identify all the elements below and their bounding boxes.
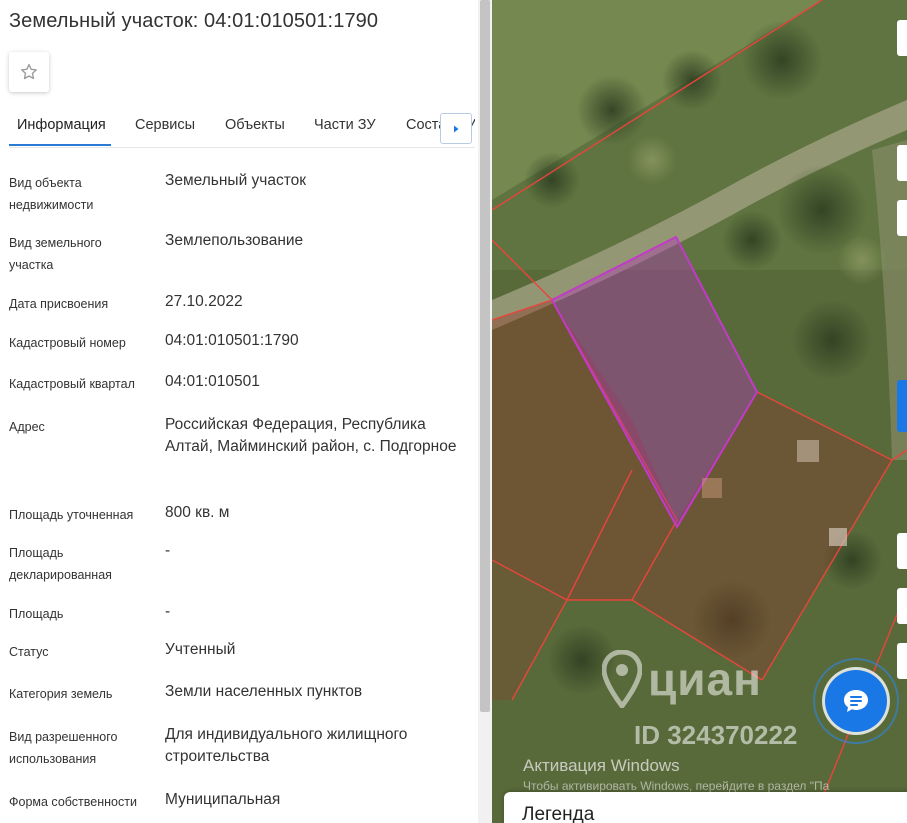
tab-bar: Информация Сервисы Объекты Части ЗУ Сост… [9, 104, 475, 148]
detail-label: Кадастровый квартал [9, 377, 135, 391]
detail-row: Категория земель Земли населенных пункто… [9, 681, 469, 707]
detail-value: 04:01:010501 [165, 373, 260, 390]
detail-value: - [165, 603, 171, 620]
detail-value: Российская Федерация, Республика Алтай, … [165, 416, 457, 455]
tab-land-parts[interactable]: Части ЗУ [314, 117, 376, 133]
tab-objects[interactable]: Объекты [225, 117, 285, 133]
watermark-logo: циан [648, 653, 762, 705]
cadastral-map[interactable]: циан ID 324370222 Активация Windows Чтоб… [492, 0, 907, 823]
map-control[interactable] [897, 145, 907, 181]
detail-row: Площадь уточненная 800 кв. м [9, 502, 469, 528]
detail-value: Муниципальная [165, 791, 281, 808]
windows-activation-hint: Чтобы активировать Windows, перейдите в … [523, 779, 830, 793]
map-control-active[interactable] [897, 380, 907, 432]
chat-bubble-icon [844, 690, 868, 712]
scrollbar-thumb[interactable] [480, 0, 490, 712]
detail-value: - [165, 542, 171, 559]
tab-services[interactable]: Сервисы [135, 117, 195, 133]
detail-row: Площадь - [9, 601, 469, 627]
watermark-id: ID 324370222 [634, 720, 798, 750]
detail-label: Адрес [9, 420, 45, 434]
map-pin-icon [602, 650, 642, 708]
detail-label: Площадь [9, 607, 64, 621]
detail-value: 04:01:010501:1790 [165, 332, 299, 349]
detail-row: Вид разрешенного использования Для индив… [9, 724, 469, 774]
detail-row: Адрес Российская Федерация, Республика А… [9, 414, 469, 484]
detail-value: Для индивидуального жилищного строительс… [165, 726, 408, 765]
detail-value: Земли населенных пунктов [165, 683, 363, 700]
chat-button[interactable] [825, 670, 887, 732]
detail-row: Дата присвоения 27.10.2022 [9, 291, 469, 317]
page-title: Земельный участок: 04:01:010501:1790 [9, 10, 379, 32]
detail-label: Дата присвоения [9, 297, 109, 311]
detail-row: Вид объекта недвижимости Земельный участ… [9, 170, 469, 220]
tabs-scroll-right-button[interactable] [440, 113, 472, 144]
active-tab-indicator [9, 144, 111, 146]
detail-row: Кадастровый квартал 04:01:010501 [9, 371, 469, 397]
detail-row: Статус Учтенный [9, 639, 469, 665]
map-control[interactable] [897, 20, 907, 56]
detail-label: Вид объекта недвижимости [9, 176, 94, 212]
detail-label: Площадь уточненная [9, 508, 134, 522]
map-control[interactable] [897, 200, 907, 236]
legend-title: Легенда [522, 804, 595, 823]
favorite-button[interactable] [9, 52, 49, 92]
detail-label: Категория земель [9, 687, 113, 701]
detail-row: Кадастровый номер 04:01:010501:1790 [9, 330, 469, 356]
windows-activation-title: Активация Windows [523, 756, 680, 775]
detail-row: Площадь декларированная - [9, 540, 469, 590]
info-panel: Земельный участок: 04:01:010501:1790 Инф… [0, 0, 478, 823]
detail-label: Форма собственности [9, 795, 137, 809]
detail-value: 800 кв. м [165, 504, 230, 521]
map-control[interactable] [897, 588, 907, 624]
detail-label: Вид земельного участка [9, 236, 102, 272]
legend-panel[interactable]: Легенда [504, 792, 907, 823]
star-outline-icon [21, 64, 37, 80]
map-control[interactable] [897, 643, 907, 679]
detail-value: Учтенный [165, 641, 236, 658]
detail-value: Земельный участок [165, 172, 307, 189]
detail-row: Форма собственности Муниципальная [9, 789, 469, 815]
detail-value: Землепользование [165, 232, 304, 249]
detail-label: Кадастровый номер [9, 336, 126, 350]
detail-label: Статус [9, 645, 49, 659]
chevron-right-icon [454, 125, 459, 132]
detail-label: Вид разрешенного использования [9, 730, 118, 766]
detail-row: Вид земельного участка Землепользование [9, 230, 469, 280]
detail-label: Площадь декларированная [9, 546, 112, 582]
cian-watermark: циан [602, 650, 762, 708]
map-control[interactable] [897, 533, 907, 569]
detail-value: 27.10.2022 [165, 293, 243, 310]
tab-information[interactable]: Информация [17, 117, 106, 133]
